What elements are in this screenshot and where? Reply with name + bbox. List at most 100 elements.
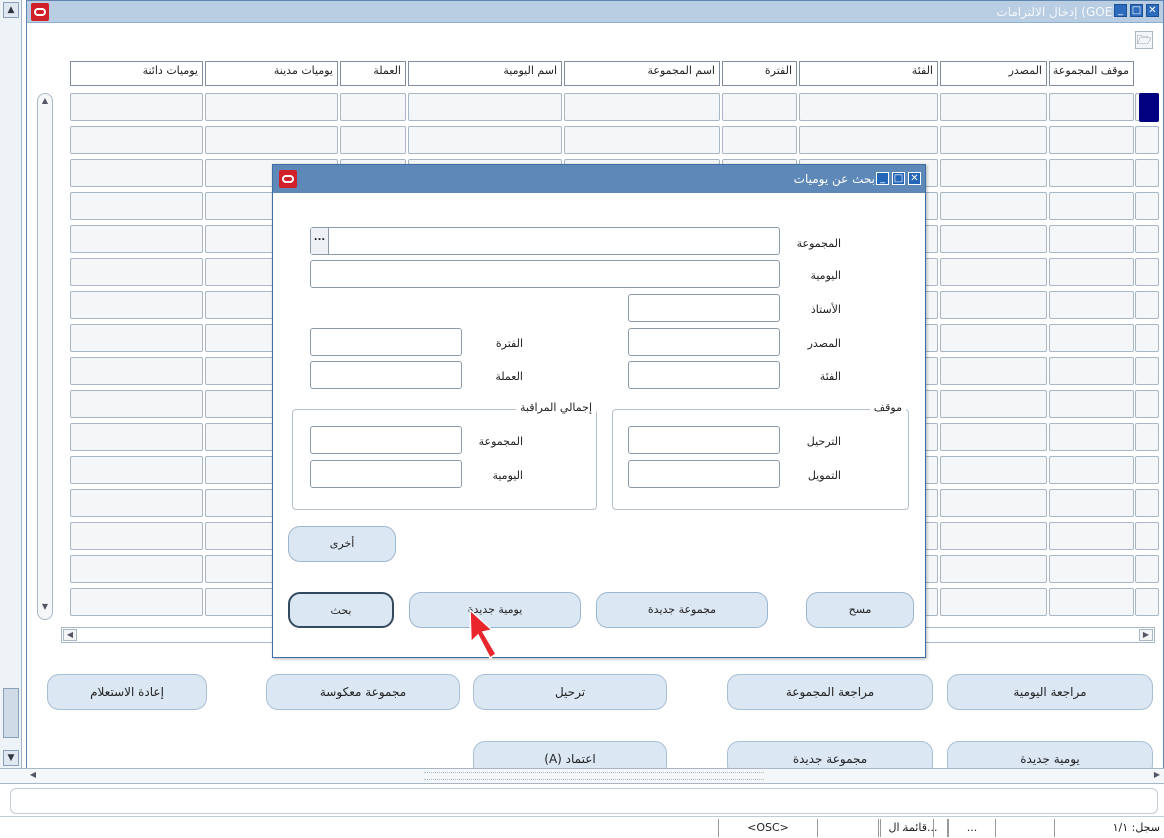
table-cell[interactable]: [70, 522, 203, 550]
col-header-debit[interactable]: يوميات مدينة: [205, 61, 338, 86]
table-cell[interactable]: [1049, 93, 1134, 121]
table-cell[interactable]: [940, 192, 1047, 220]
col-header-batch-status[interactable]: موقف المجموعة: [1049, 61, 1134, 86]
scroll-left-icon[interactable]: ◀: [63, 629, 77, 641]
row-selector[interactable]: [1135, 258, 1159, 286]
table-cell[interactable]: [70, 555, 203, 583]
table-cell[interactable]: [1049, 588, 1134, 616]
row-selector[interactable]: [1135, 588, 1159, 616]
table-cell[interactable]: [70, 324, 203, 352]
minimize-icon[interactable]: _: [876, 172, 889, 185]
table-cell[interactable]: [70, 291, 203, 319]
table-cell[interactable]: [722, 93, 797, 121]
table-cell[interactable]: [722, 126, 797, 154]
scroll-right-icon[interactable]: ▶: [1139, 629, 1153, 641]
scroll-up-icon[interactable]: ▲: [3, 2, 19, 18]
table-cell[interactable]: [940, 291, 1047, 319]
close-icon[interactable]: ✕: [908, 172, 921, 185]
maximize-icon[interactable]: □: [1130, 4, 1143, 17]
table-cell[interactable]: [940, 522, 1047, 550]
current-row-indicator[interactable]: [1139, 93, 1159, 122]
folder-open-icon[interactable]: 🗁: [1135, 31, 1153, 49]
reverse-batch-button[interactable]: مجموعة معكوسة: [266, 674, 460, 710]
row-selector[interactable]: [1135, 357, 1159, 385]
row-selector[interactable]: [1135, 126, 1159, 154]
table-cell[interactable]: [940, 324, 1047, 352]
maximize-icon[interactable]: □: [892, 172, 905, 185]
row-selector[interactable]: [1135, 390, 1159, 418]
grid-vertical-scrollbar[interactable]: ▲ ▼: [37, 93, 53, 620]
table-cell[interactable]: [205, 93, 338, 121]
table-cell[interactable]: [1049, 489, 1134, 517]
table-cell[interactable]: [1049, 192, 1134, 220]
review-journal-button[interactable]: مراجعة اليومية: [947, 674, 1153, 710]
journal-field[interactable]: [310, 260, 780, 288]
table-cell[interactable]: [564, 126, 720, 154]
table-cell[interactable]: [799, 126, 938, 154]
close-icon[interactable]: ✕: [1146, 4, 1159, 17]
row-selector[interactable]: [1135, 489, 1159, 517]
table-cell[interactable]: [70, 93, 203, 121]
table-cell[interactable]: [799, 93, 938, 121]
control-batch-field[interactable]: [310, 426, 462, 454]
table-cell[interactable]: [940, 390, 1047, 418]
row-selector[interactable]: [1135, 522, 1159, 550]
table-cell[interactable]: [940, 489, 1047, 517]
posting-field[interactable]: [628, 426, 780, 454]
col-header-currency[interactable]: العملة: [340, 61, 406, 86]
row-selector[interactable]: [1135, 159, 1159, 187]
table-cell[interactable]: [205, 126, 338, 154]
row-selector[interactable]: [1135, 423, 1159, 451]
row-selector[interactable]: [1135, 456, 1159, 484]
table-cell[interactable]: [70, 126, 203, 154]
post-button[interactable]: ترحيل: [473, 674, 667, 710]
table-cell[interactable]: [1049, 225, 1134, 253]
row-selector[interactable]: [1135, 291, 1159, 319]
table-cell[interactable]: [940, 258, 1047, 286]
category-field[interactable]: [628, 361, 780, 389]
table-cell[interactable]: [70, 588, 203, 616]
scroll-down-icon[interactable]: ▼: [3, 750, 19, 766]
table-cell[interactable]: [70, 225, 203, 253]
table-cell[interactable]: [70, 423, 203, 451]
col-header-source[interactable]: المصدر: [940, 61, 1047, 86]
outer-vertical-scrollbar[interactable]: ▲ ▼: [0, 0, 22, 770]
table-cell[interactable]: [1049, 324, 1134, 352]
table-cell[interactable]: [940, 126, 1047, 154]
more-button[interactable]: أخرى: [288, 526, 396, 562]
scroll-thumb[interactable]: [424, 772, 764, 780]
table-cell[interactable]: [564, 93, 720, 121]
lov-button[interactable]: ...: [311, 228, 329, 254]
table-cell[interactable]: [940, 357, 1047, 385]
table-cell[interactable]: [70, 489, 203, 517]
table-cell[interactable]: [940, 225, 1047, 253]
minimize-icon[interactable]: _: [1114, 4, 1127, 17]
table-cell[interactable]: [1049, 456, 1134, 484]
table-cell[interactable]: [940, 423, 1047, 451]
clear-button[interactable]: مسح: [806, 592, 914, 628]
table-cell[interactable]: [940, 456, 1047, 484]
scroll-left-icon[interactable]: ◀: [26, 770, 40, 782]
col-header-period[interactable]: الفترة: [722, 61, 797, 86]
table-cell[interactable]: [70, 357, 203, 385]
table-cell[interactable]: [1049, 522, 1134, 550]
table-cell[interactable]: [940, 93, 1047, 121]
find-button[interactable]: بحث: [288, 592, 394, 628]
col-header-journal-name[interactable]: اسم اليومية: [408, 61, 562, 86]
table-cell[interactable]: [340, 126, 406, 154]
scroll-thumb[interactable]: [3, 688, 19, 738]
row-selector[interactable]: [1135, 324, 1159, 352]
table-cell[interactable]: [70, 159, 203, 187]
funds-field[interactable]: [628, 460, 780, 488]
table-cell[interactable]: [1049, 390, 1134, 418]
control-journal-field[interactable]: [310, 460, 462, 488]
table-cell[interactable]: [940, 555, 1047, 583]
batch-field[interactable]: ...: [310, 227, 780, 255]
table-cell[interactable]: [940, 159, 1047, 187]
bottom-horizontal-scrollbar[interactable]: ◀ ▶: [0, 768, 1164, 784]
table-cell[interactable]: [1049, 423, 1134, 451]
table-cell[interactable]: [1049, 555, 1134, 583]
ledger-field[interactable]: [628, 294, 780, 322]
col-header-category[interactable]: الفئة: [799, 61, 938, 86]
row-selector[interactable]: [1135, 225, 1159, 253]
